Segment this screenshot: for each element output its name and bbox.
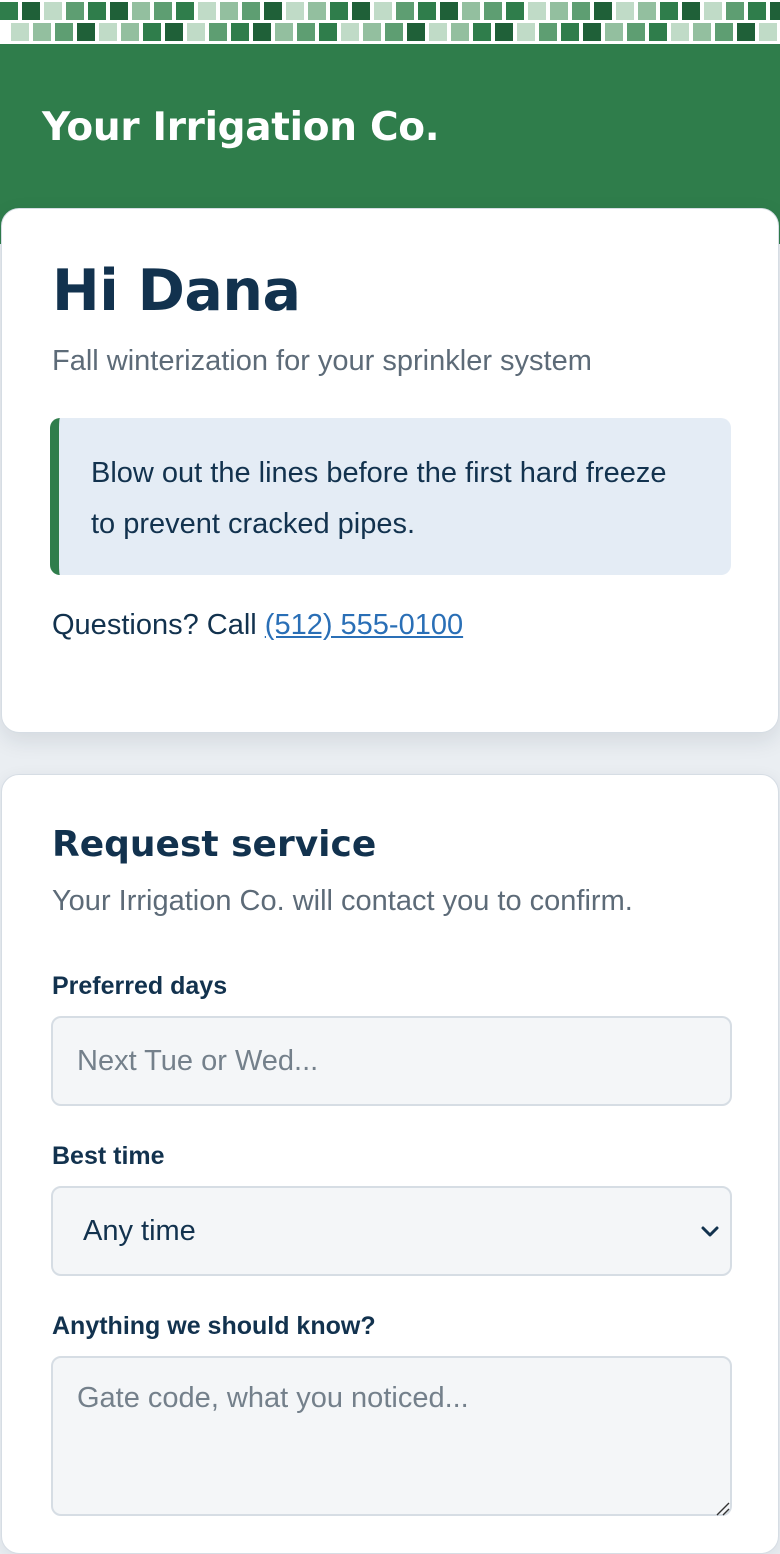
mosaic-tile	[44, 2, 62, 20]
mosaic-tile	[561, 23, 579, 41]
mosaic-tile	[352, 2, 370, 20]
mosaic-tile	[440, 2, 458, 20]
mosaic-tile	[583, 23, 601, 41]
mosaic-tile	[99, 23, 117, 41]
mosaic-tile	[77, 23, 95, 41]
phone-link[interactable]: (512) 555-0100	[265, 609, 463, 641]
mosaic-tile	[616, 2, 634, 20]
mosaic-tile	[154, 2, 172, 20]
mosaic-tile	[627, 23, 645, 41]
mosaic-tile	[374, 2, 392, 20]
request-service-card: Request service Your Irrigation Co. will…	[1, 774, 779, 1554]
mosaic-tile	[198, 2, 216, 20]
mosaic-tile	[407, 23, 425, 41]
mosaic-tile	[572, 2, 590, 20]
mosaic-tile	[649, 23, 667, 41]
mosaic-tile	[0, 2, 18, 20]
service-subtitle: Fall winterization for your sprinkler sy…	[52, 345, 592, 377]
mosaic-tile	[319, 23, 337, 41]
tip-callout: Blow out the lines before the first hard…	[50, 418, 731, 575]
mosaic-tile	[242, 2, 260, 20]
mosaic-tile	[484, 2, 502, 20]
greeting-card: Hi Dana Fall winterization for your spri…	[1, 208, 779, 733]
mosaic-tile	[363, 23, 381, 41]
best-time-select[interactable]: Any time	[51, 1186, 732, 1276]
mosaic-tile	[550, 2, 568, 20]
mosaic-tile	[451, 23, 469, 41]
mosaic-tile	[693, 23, 711, 41]
mosaic-tile	[121, 23, 139, 41]
mosaic-tile	[110, 2, 128, 20]
mosaic-tile	[759, 23, 777, 41]
mosaic-tile	[66, 2, 84, 20]
mosaic-tile	[231, 23, 249, 41]
preferred-days-label: Preferred days	[52, 972, 228, 1000]
brand-name: Your Irrigation Co.	[42, 105, 440, 150]
mosaic-tile	[132, 2, 150, 20]
form-subtitle: Your Irrigation Co. will contact you to …	[52, 885, 633, 917]
preferred-days-input[interactable]	[51, 1016, 732, 1106]
mosaic-tile	[495, 23, 513, 41]
mosaic-tile	[22, 2, 40, 20]
notes-label: Anything we should know?	[52, 1312, 376, 1340]
mosaic-tile	[528, 2, 546, 20]
mosaic-tile	[506, 2, 524, 20]
mosaic-tile	[264, 2, 282, 20]
mosaic-tile	[638, 2, 656, 20]
mosaic-tile	[176, 2, 194, 20]
mosaic-tile	[385, 23, 403, 41]
mosaic-row	[0, 2, 780, 20]
mosaic-tile	[341, 23, 359, 41]
mosaic-tile	[726, 2, 744, 20]
mosaic-tile	[539, 23, 557, 41]
notes-textarea[interactable]	[51, 1356, 732, 1516]
resize-handle-icon[interactable]	[714, 1500, 730, 1516]
mosaic-tile	[682, 2, 700, 20]
mosaic-tile	[748, 2, 766, 20]
mosaic-tile	[308, 2, 326, 20]
mosaic-tile	[737, 23, 755, 41]
mosaic-tile	[660, 2, 678, 20]
mosaic-tile	[671, 23, 689, 41]
chevron-down-icon	[698, 1218, 722, 1242]
mosaic-tile	[770, 2, 780, 20]
mosaic-tile	[143, 23, 161, 41]
mosaic-tile	[220, 2, 238, 20]
mosaic-tile	[418, 2, 436, 20]
mosaic-tile	[330, 2, 348, 20]
mosaic-tile	[462, 2, 480, 20]
best-time-label: Best time	[52, 1142, 165, 1170]
mosaic-tile	[396, 2, 414, 20]
mosaic-tile	[187, 23, 205, 41]
mosaic-tile	[165, 23, 183, 41]
mosaic-tile	[286, 2, 304, 20]
mosaic-tile	[253, 23, 271, 41]
mosaic-tile	[55, 23, 73, 41]
mosaic-tile	[209, 23, 227, 41]
mosaic-tile	[429, 23, 447, 41]
mosaic-tile	[297, 23, 315, 41]
tip-text: Blow out the lines before the first hard…	[91, 457, 667, 540]
decorative-mosaic-banner	[0, 0, 780, 44]
mosaic-tile	[33, 23, 51, 41]
questions-line: Questions? Call (512) 555-0100	[52, 607, 463, 643]
form-title: Request service	[52, 824, 377, 865]
mosaic-tile	[594, 2, 612, 20]
mosaic-row	[11, 23, 780, 41]
mosaic-tile	[605, 23, 623, 41]
mosaic-tile	[275, 23, 293, 41]
greeting-heading: Hi Dana	[52, 258, 301, 324]
mosaic-tile	[704, 2, 722, 20]
mosaic-tile	[11, 23, 29, 41]
mosaic-tile	[517, 23, 535, 41]
mosaic-tile	[715, 23, 733, 41]
best-time-selected-value: Any time	[83, 1214, 196, 1247]
questions-prefix: Questions? Call	[52, 609, 265, 641]
mosaic-tile	[473, 23, 491, 41]
mosaic-tile	[88, 2, 106, 20]
